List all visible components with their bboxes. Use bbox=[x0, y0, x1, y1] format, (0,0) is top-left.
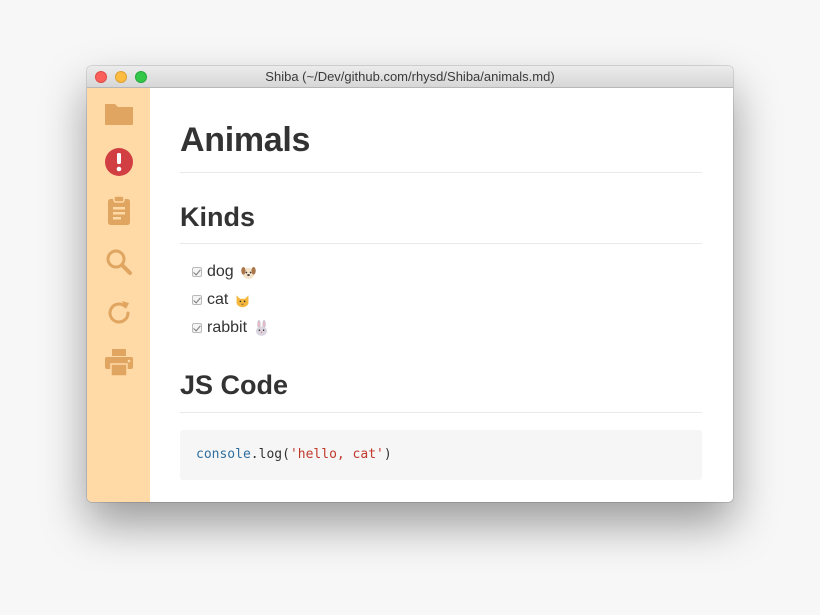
exclamation-circle-icon bbox=[105, 148, 133, 176]
task-checkbox[interactable] bbox=[192, 267, 202, 277]
js-code-heading: JS Code bbox=[180, 370, 289, 400]
sidebar bbox=[87, 88, 150, 502]
task-item-rabbit: rabbit bbox=[192, 318, 270, 338]
markdown-preview: Animals Kinds dog cat rabbit JS Code con… bbox=[150, 88, 733, 502]
print-button[interactable] bbox=[103, 346, 135, 378]
kinds-divider bbox=[180, 243, 702, 244]
task-checkbox[interactable] bbox=[192, 323, 202, 333]
title-bar[interactable]: Shiba (~/Dev/github.com/rhysd/Shiba/anim… bbox=[87, 66, 733, 88]
document-title: Animals bbox=[180, 121, 311, 159]
printer-icon bbox=[105, 349, 133, 377]
task-label: rabbit bbox=[207, 319, 248, 336]
task-checkbox[interactable] bbox=[192, 295, 202, 305]
kinds-heading: Kinds bbox=[180, 202, 256, 232]
title-divider bbox=[180, 172, 702, 173]
window-title: Shiba (~/Dev/github.com/rhysd/Shiba/anim… bbox=[265, 69, 555, 84]
reload-icon bbox=[108, 301, 130, 324]
dog-face-icon bbox=[240, 266, 256, 279]
reload-button[interactable] bbox=[103, 297, 135, 329]
search-icon bbox=[106, 249, 132, 275]
search-button[interactable] bbox=[103, 246, 135, 278]
code-block: console.log('hello, cat') bbox=[180, 430, 702, 480]
app-window: Shiba (~/Dev/github.com/rhysd/Shiba/anim… bbox=[87, 66, 733, 502]
open-folder-button[interactable] bbox=[103, 98, 135, 130]
lint-status-button[interactable] bbox=[103, 146, 135, 178]
rabbit-face-icon bbox=[256, 319, 268, 336]
task-item-dog: dog bbox=[192, 262, 257, 282]
task-label: cat bbox=[207, 291, 229, 308]
code-token-method: .log( bbox=[250, 447, 290, 462]
task-item-cat: cat bbox=[192, 290, 251, 310]
folder-icon bbox=[105, 104, 133, 125]
cat-face-icon bbox=[236, 294, 249, 307]
clipboard-icon bbox=[108, 195, 130, 225]
code-token-object: console bbox=[196, 447, 251, 462]
task-label: dog bbox=[207, 263, 234, 280]
code-token-close: ) bbox=[383, 447, 392, 462]
outline-button[interactable] bbox=[103, 194, 135, 226]
code-token-string: 'hello, cat' bbox=[289, 447, 384, 462]
code-divider bbox=[180, 412, 702, 413]
